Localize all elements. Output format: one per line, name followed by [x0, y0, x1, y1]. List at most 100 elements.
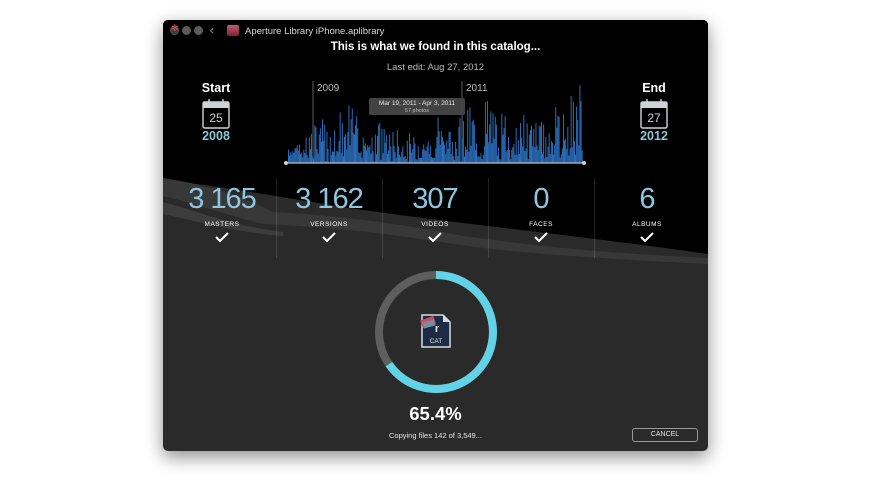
histogram-bar [362, 137, 364, 163]
back-chevron-icon[interactable]: ‹ [209, 23, 215, 39]
stat-albums: 6 ALBUMS [594, 176, 700, 258]
histogram-bar [580, 101, 582, 163]
histogram-bar [341, 123, 343, 163]
histogram-bar [470, 145, 472, 163]
histogram-bar [333, 151, 334, 163]
app-window: ‹ Aperture Library iPhone.aplibrary This… [163, 20, 708, 451]
histogram-bar [345, 134, 347, 163]
histogram-bar [512, 147, 514, 163]
histogram-bar [514, 154, 516, 163]
histogram-bar [552, 142, 553, 163]
histogram-bar [484, 102, 486, 163]
histogram-bar [354, 134, 355, 163]
tick-label-2011: 2011 [466, 83, 488, 94]
checkmark-icon [640, 232, 654, 243]
histogram-bar [312, 156, 314, 163]
histogram-bar [338, 141, 340, 163]
histogram-bar [505, 151, 507, 163]
histogram-bar [352, 132, 354, 163]
histogram-bar [405, 158, 407, 163]
histogram-bar [515, 128, 517, 163]
histogram-bar [526, 123, 528, 163]
histogram-bar [308, 136, 310, 163]
page-heading: This is what we found in this catalog... [330, 41, 541, 53]
histogram-bar [483, 146, 485, 163]
histogram-bar [369, 145, 371, 163]
histogram-bar [417, 146, 419, 163]
histogram-bar [494, 116, 496, 163]
histogram-bar [306, 155, 308, 163]
histogram-bar [425, 151, 427, 163]
histogram-bar [577, 120, 579, 163]
minimize-button[interactable] [182, 26, 191, 35]
stat-label: FACES [529, 221, 553, 228]
start-year: 2008 [202, 129, 230, 143]
histogram-bar [473, 124, 475, 163]
histogram-bar [517, 140, 519, 163]
close-button[interactable] [170, 24, 179, 35]
histogram-bar [530, 129, 531, 163]
histogram-bar [389, 134, 391, 163]
histogram-bar [292, 151, 294, 163]
histogram-bar [414, 143, 416, 163]
histogram-bar [556, 127, 558, 163]
histogram-bar [372, 151, 374, 163]
histogram-bar [297, 150, 299, 163]
histogram-bar [492, 113, 494, 163]
histogram-bar [448, 132, 450, 163]
histogram-bar [453, 156, 454, 163]
cancel-button[interactable]: CANCEL [632, 428, 698, 442]
left-margin [0, 0, 134, 490]
histogram-bar [561, 148, 563, 163]
histogram-bar [571, 147, 573, 163]
histogram-bar [305, 137, 307, 163]
zoom-button[interactable] [194, 26, 203, 35]
histogram-bar [323, 140, 325, 163]
histogram-bar [581, 150, 583, 163]
histogram-bar [447, 148, 449, 163]
histogram-bar [534, 147, 536, 163]
histogram-bar [403, 157, 405, 163]
stat-value: 307 [412, 183, 458, 215]
histogram-bar [444, 144, 446, 163]
histogram-bar [513, 144, 515, 163]
last-edit-text: Last edit: Aug 27, 2012 [386, 62, 485, 73]
histogram-bar [457, 156, 459, 163]
histogram-bar [316, 149, 318, 163]
stat-versions: 3 162 VERSIONS [276, 176, 382, 258]
histogram-bar [343, 156, 344, 163]
histogram-bar [356, 116, 358, 163]
catalog-app-icon: r CAT [420, 314, 451, 348]
histogram-bar [329, 137, 331, 163]
histogram-bar [450, 154, 452, 163]
histogram-bar [560, 154, 562, 163]
histogram-bar [394, 151, 396, 163]
histogram-bar [402, 146, 404, 163]
histogram-bar [506, 149, 508, 163]
histogram-bar [465, 146, 466, 163]
histogram-bar [579, 85, 581, 163]
histogram-bar [290, 152, 292, 163]
histogram-bar [478, 156, 480, 163]
histogram-bar [289, 155, 290, 163]
histogram-bar [410, 143, 411, 163]
histogram-bar [426, 146, 428, 163]
checkmark-icon [322, 232, 336, 243]
histogram-bar [519, 153, 520, 163]
histogram-bar [294, 148, 296, 163]
histogram-bar [367, 145, 369, 163]
histogram-bar [438, 131, 440, 163]
tooltip-date-range: Mar 19, 2011 - Apr 3, 2011 [378, 100, 456, 107]
histogram-bar [400, 156, 402, 163]
histogram-bar [458, 126, 460, 163]
histogram-bar [536, 145, 538, 163]
histogram-bar [319, 128, 321, 163]
histogram-bar [550, 140, 552, 163]
end-calendar-icon: 27 [640, 99, 668, 129]
histogram-bar [390, 146, 392, 163]
stat-faces: 0 FACES [488, 176, 594, 258]
checkmark-icon [215, 232, 229, 243]
stat-label: VERSIONS [310, 221, 348, 228]
histogram-bar [490, 111, 492, 163]
histogram-bar [547, 146, 549, 163]
